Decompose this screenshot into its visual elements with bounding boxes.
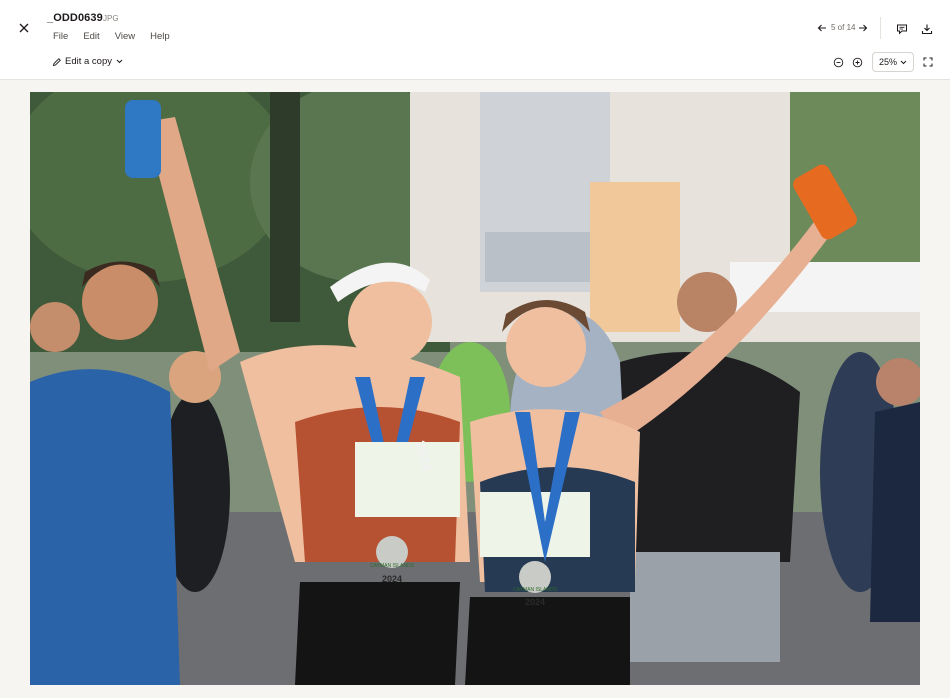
- toolbar-divider: [880, 17, 881, 39]
- edit-a-copy-label: Edit a copy: [65, 56, 112, 67]
- medal-subtext-right: CAYMAN ISLANDS: [513, 587, 557, 593]
- previous-file-button[interactable]: [816, 22, 828, 34]
- next-file-button[interactable]: [857, 22, 869, 34]
- zoom-in-icon: [852, 57, 862, 67]
- comment-button[interactable]: [895, 22, 908, 35]
- arrow-left-icon: [817, 24, 826, 32]
- file-extension: JPG: [103, 14, 119, 23]
- runner-blue-shirt: [30, 369, 180, 685]
- runner-black-shirt: [620, 352, 800, 562]
- medal-subtext-left: CAYMAN ISLANDS: [370, 563, 414, 569]
- menu-edit[interactable]: Edit: [83, 31, 99, 42]
- menu-bar: File Edit View Help: [53, 31, 185, 42]
- arrow-right-icon: [859, 24, 868, 32]
- menu-view[interactable]: View: [115, 31, 135, 42]
- file-name: _ODD0639: [47, 12, 103, 24]
- menu-file[interactable]: File: [53, 31, 68, 42]
- edit-a-copy-button[interactable]: Edit a copy: [52, 56, 123, 67]
- zoom-out-button[interactable]: [832, 56, 844, 68]
- zoom-out-icon: [833, 57, 843, 67]
- pencil-icon: [52, 57, 62, 67]
- download-button[interactable]: [920, 22, 933, 35]
- zoom-level-value: 25%: [878, 57, 897, 67]
- chevron-down-icon: [116, 59, 123, 64]
- medal-text-right: 2024: [525, 597, 545, 607]
- zoom-level-dropdown[interactable]: 25%: [872, 52, 914, 72]
- menu-help[interactable]: Help: [150, 31, 170, 42]
- close-button[interactable]: [14, 18, 34, 38]
- download-icon: [921, 24, 932, 34]
- top-toolbar: _ODD0639 JPG File Edit View Help Edit a …: [0, 0, 950, 80]
- comment-icon: [896, 24, 907, 34]
- zoom-in-button[interactable]: [851, 56, 863, 68]
- drink-can: [125, 100, 161, 178]
- photo-preview: 2024 CAYMAN ISLANDS 2024 CAYMAN ISLANDS …: [30, 92, 920, 685]
- fullscreen-button[interactable]: [922, 56, 934, 68]
- medal-text-left: 2024: [382, 574, 402, 584]
- fullscreen-icon: [923, 57, 933, 67]
- page-counter: 5 of 14: [831, 23, 856, 32]
- chevron-down-icon: [900, 60, 907, 65]
- close-icon: [19, 23, 29, 33]
